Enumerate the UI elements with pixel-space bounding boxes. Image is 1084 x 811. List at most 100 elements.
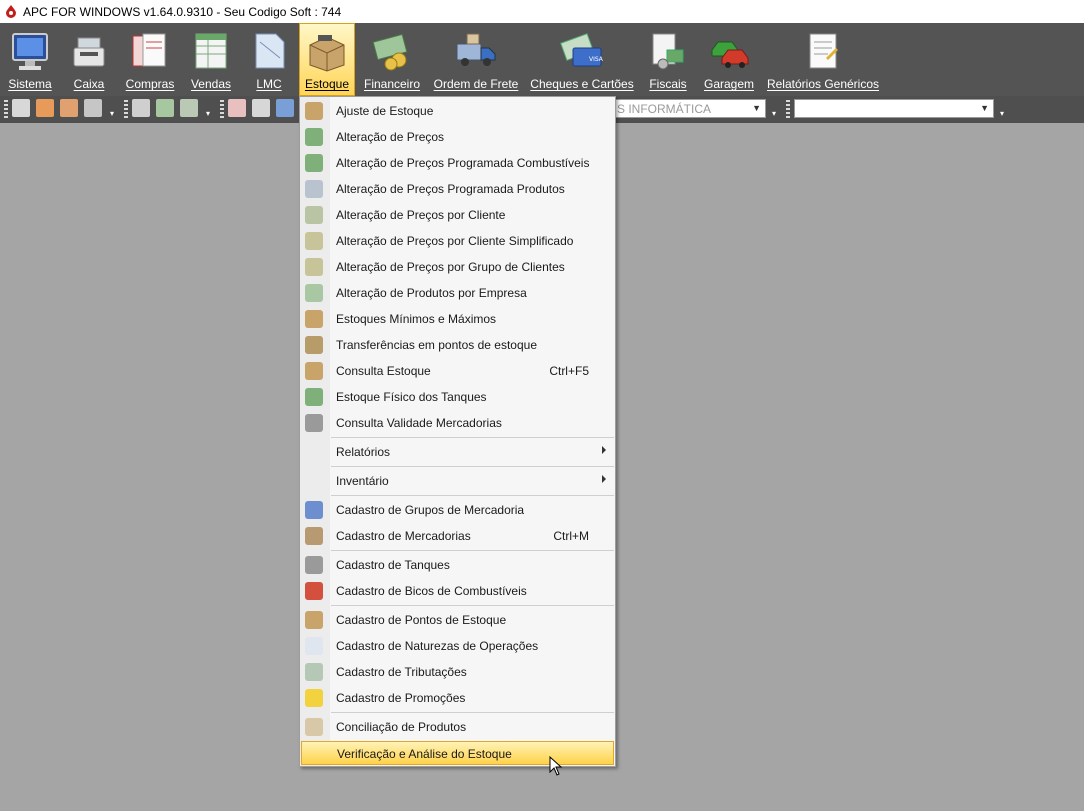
svg-text:VISA: VISA [589,56,604,63]
main-menu-bar: Sistema Caixa Compras Vendas LMC Estoque… [0,23,1084,96]
menu-estoque[interactable]: Estoque [299,23,355,96]
stock-box-icon [305,527,323,545]
star-icon [305,689,323,707]
tools-icon[interactable] [84,99,102,117]
safe-icon [305,414,323,432]
client-price-icon [305,232,323,250]
money-icon [372,33,408,71]
menu-separator [331,712,614,713]
menu-financeiro[interactable]: Financeiro [362,23,422,96]
menu-item-cadastro-pontos-estoque[interactable]: Cadastro de Pontos de Estoque [301,607,614,633]
chevron-down-icon: ▼ [752,103,761,113]
cars-icon [711,41,749,68]
fiscal-icon [652,33,684,70]
menu-item-verificacao-analise-estoque[interactable]: Verificação e Análise do Estoque [301,741,614,765]
stock-box-icon [309,35,345,72]
menu-separator [331,495,614,496]
boxes-icon [305,102,323,120]
tank-stock-icon [305,388,323,406]
menu-vendas[interactable]: Vendas [187,23,235,96]
toolbar-grip[interactable] [4,100,8,118]
menu-item-estoques-minimos-maximos[interactable]: Estoques Mínimos e Máximos [301,306,614,332]
submenu-arrow-icon [602,475,606,483]
menu-item-alteracao-precos[interactable]: Alteração de Preços [301,124,614,150]
user-icon[interactable] [36,99,54,117]
credit-card-icon: VISA [560,33,604,67]
menu-item-cadastro-promocoes[interactable]: Cadastro de Promoções [301,685,614,711]
close-windows-icon[interactable] [12,99,30,117]
tax-icon [305,663,323,681]
group-price-icon [305,258,323,276]
documents-icon[interactable] [252,99,270,117]
menu-separator [331,550,614,551]
menu-item-ajuste-estoque[interactable]: Ajuste de Estoque [301,98,614,124]
purchase-forms-icon [132,33,166,67]
person-icon[interactable] [276,99,294,117]
monitor-icon [12,33,48,70]
menu-item-relatorios[interactable]: Relatórios [301,439,614,465]
fuel-pump-icon [305,582,323,600]
printer-icon[interactable] [132,99,150,117]
menu-item-cadastro-naturezas[interactable]: Cadastro de Naturezas de Operações [301,633,614,659]
company-products-icon [305,284,323,302]
menu-sistema[interactable]: Sistema [3,23,57,96]
menu-separator [331,466,614,467]
menu-item-precos-programada-produtos[interactable]: Alteração de Preços Programada Produtos [301,176,614,202]
scheduled-price-icon [305,180,323,198]
menu-item-precos-cliente-simplificado[interactable]: Alteração de Preços por Cliente Simplifi… [301,228,614,254]
toolbar-grip[interactable] [124,100,128,118]
sales-spreadsheet-icon [195,33,227,69]
menu-item-precos-cliente[interactable]: Alteração de Preços por Cliente [301,202,614,228]
payment-icon[interactable] [180,99,198,117]
menu-ordem-de-frete[interactable]: Ordem de Frete [431,23,521,96]
menu-compras[interactable]: Compras [121,23,179,96]
menu-item-transferencias[interactable]: Transferências em pontos de estoque [301,332,614,358]
menu-item-consulta-validade[interactable]: Consulta Validade Mercadorias [301,410,614,436]
menu-separator [331,605,614,606]
menu-item-inventario[interactable]: Inventário [301,468,614,494]
operations-icon [305,637,323,655]
menu-garagem[interactable]: Garagem [700,23,758,96]
report-icon [809,33,838,69]
estoque-dropdown-menu: Ajuste de Estoque Alteração de Preços Al… [299,96,616,767]
company-combo[interactable]: S INFORMÁTICA ▼ [612,99,766,118]
toolbar-dropdown-icon[interactable]: ▾ [1000,110,1007,118]
menu-item-cadastro-tanques[interactable]: Cadastro de Tanques [301,552,614,578]
menu-item-cadastro-tributacoes[interactable]: Cadastro de Tributações [301,659,614,685]
menu-item-precos-programada-combustiveis[interactable]: Alteração de Preços Programada Combustív… [301,150,614,176]
document-icon [255,33,285,69]
truck-icon [456,33,496,66]
price-change-icon [305,128,323,146]
search-combo[interactable]: ▼ [794,99,994,118]
menu-item-cadastro-mercadorias[interactable]: Cadastro de Mercadorias Ctrl+M [301,523,614,549]
menu-item-estoque-fisico-tanques[interactable]: Estoque Físico dos Tanques [301,384,614,410]
tank-icon [305,556,323,574]
cash-register-icon [73,37,105,67]
menu-fiscais[interactable]: Fiscais [645,23,691,96]
toolbar-dropdown-icon[interactable]: ▾ [772,110,779,118]
client-price-icon [305,206,323,224]
menu-item-consulta-estoque[interactable]: Consulta Estoque Ctrl+F5 [301,358,614,384]
boxes-icon [305,362,323,380]
users-icon[interactable] [60,99,78,117]
menu-item-precos-grupo-clientes[interactable]: Alteração de Preços por Grupo de Cliente… [301,254,614,280]
money-icon[interactable] [156,99,174,117]
menu-item-cadastro-grupos[interactable]: Cadastro de Grupos de Mercadoria [301,497,614,523]
toolbar-dropdown-icon[interactable]: ▾ [206,110,213,118]
menu-item-cadastro-bicos[interactable]: Cadastro de Bicos de Combustíveis [301,578,614,604]
menu-cheques-e-cartoes[interactable]: VISA Cheques e Cartões [529,23,635,96]
menu-relatorios-genericos[interactable]: Relatórios Genéricos [766,23,880,96]
title-bar: APC FOR WINDOWS v1.64.0.9310 - Seu Codig… [0,0,1084,23]
menu-separator [331,437,614,438]
menu-item-produtos-empresa[interactable]: Alteração de Produtos por Empresa [301,280,614,306]
toolbar-dropdown-icon[interactable]: ▾ [110,110,117,118]
window-title: APC FOR WINDOWS v1.64.0.9310 - Seu Codig… [23,5,342,19]
menu-caixa[interactable]: Caixa [66,23,112,96]
chevron-down-icon: ▼ [980,103,989,113]
menu-item-conciliacao-produtos[interactable]: Conciliação de Produtos [301,714,614,740]
toolbar-grip[interactable] [786,100,790,118]
stock-points-icon [305,611,323,629]
toolbar-grip[interactable] [220,100,224,118]
forms-icon[interactable] [228,99,246,117]
menu-lmc[interactable]: LMC [248,23,290,96]
